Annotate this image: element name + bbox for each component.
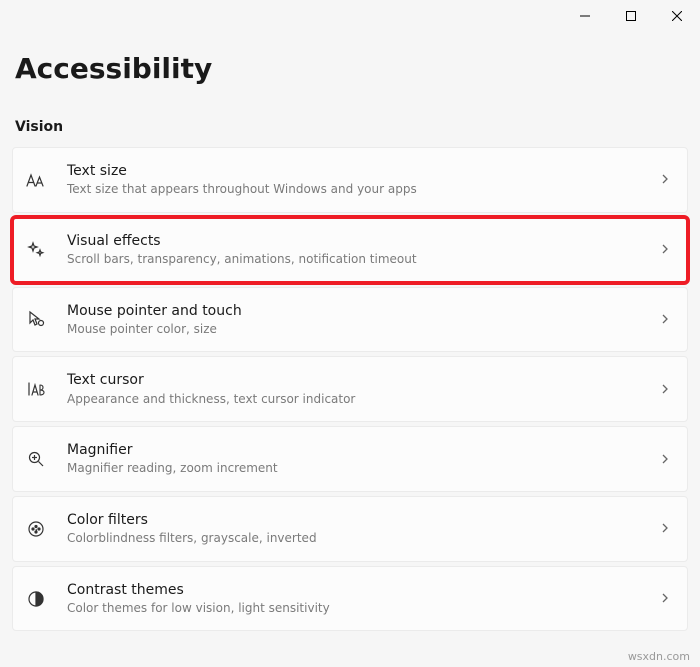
item-text-cursor[interactable]: Text cursor Appearance and thickness, te… [12,356,688,422]
item-contrast-themes[interactable]: Contrast themes Color themes for low vis… [12,566,688,632]
item-mouse-pointer[interactable]: Mouse pointer and touch Mouse pointer co… [12,287,688,353]
item-text-wrap: Text size Text size that appears through… [67,162,647,198]
item-color-filters[interactable]: Color filters Colorblindness filters, gr… [12,496,688,562]
color-filters-icon [25,518,47,540]
maximize-button[interactable] [608,0,654,32]
vision-items: Text size Text size that appears through… [0,147,700,631]
item-text-wrap: Color filters Colorblindness filters, gr… [67,511,647,547]
item-text-wrap: Text cursor Appearance and thickness, te… [67,371,647,407]
item-subtitle: Appearance and thickness, text cursor in… [67,392,647,408]
text-cursor-icon [25,378,47,400]
minimize-button[interactable] [562,0,608,32]
item-subtitle: Mouse pointer color, size [67,322,647,338]
chevron-right-icon [659,519,671,538]
item-subtitle: Color themes for low vision, light sensi… [67,601,647,617]
item-text-wrap: Visual effects Scroll bars, transparency… [67,232,647,268]
magnifier-icon [25,448,47,470]
item-subtitle: Colorblindness filters, grayscale, inver… [67,531,647,547]
item-title: Visual effects [67,232,647,250]
item-text-size[interactable]: Text size Text size that appears through… [12,147,688,213]
chevron-right-icon [659,170,671,189]
item-text-wrap: Contrast themes Color themes for low vis… [67,581,647,617]
window-controls [562,0,700,32]
item-magnifier[interactable]: Magnifier Magnifier reading, zoom increm… [12,426,688,492]
item-text-wrap: Magnifier Magnifier reading, zoom increm… [67,441,647,477]
item-visual-effects[interactable]: Visual effects Scroll bars, transparency… [12,217,688,283]
item-title: Text size [67,162,647,180]
contrast-icon [25,588,47,610]
mouse-pointer-icon [25,308,47,330]
chevron-right-icon [659,450,671,469]
close-button[interactable] [654,0,700,32]
chevron-right-icon [659,240,671,259]
watermark: wsxdn.com [628,650,690,663]
item-subtitle: Magnifier reading, zoom increment [67,461,647,477]
text-size-icon [25,169,47,191]
item-text-wrap: Mouse pointer and touch Mouse pointer co… [67,302,647,338]
sparkle-icon [25,239,47,261]
chevron-right-icon [659,380,671,399]
chevron-right-icon [659,310,671,329]
item-subtitle: Text size that appears throughout Window… [67,182,647,198]
item-title: Contrast themes [67,581,647,599]
chevron-right-icon [659,589,671,608]
item-title: Mouse pointer and touch [67,302,647,320]
item-title: Text cursor [67,371,647,389]
item-title: Magnifier [67,441,647,459]
item-title: Color filters [67,511,647,529]
section-header-vision: Vision [0,85,700,147]
item-subtitle: Scroll bars, transparency, animations, n… [67,252,647,268]
